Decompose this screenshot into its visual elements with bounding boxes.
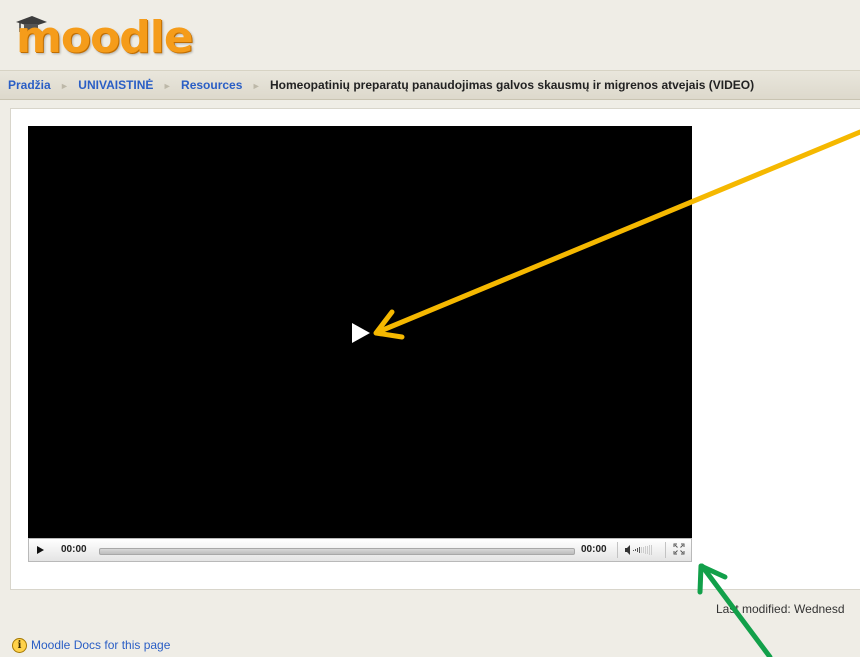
progress-bar[interactable] — [99, 548, 575, 555]
header: moodle — [0, 0, 860, 70]
breadcrumb-home[interactable]: Pradžia — [8, 78, 51, 92]
breadcrumb: Pradžia ► UNIVAISTINĖ ► Resources ► Home… — [0, 70, 860, 100]
docs-link[interactable]: Moodle Docs for this page — [31, 638, 170, 652]
divider — [665, 542, 666, 558]
play-icon[interactable] — [37, 546, 44, 554]
play-icon[interactable] — [352, 323, 370, 343]
player-controls: 00:00 00:00 — [28, 538, 692, 562]
docs-link-row[interactable]: i Moodle Docs for this page — [12, 638, 170, 654]
volume-icon[interactable] — [625, 544, 661, 556]
breadcrumb-course[interactable]: UNIVAISTINĖ — [78, 78, 153, 92]
total-time: 00:00 — [581, 544, 607, 555]
info-icon: i — [12, 638, 27, 654]
breadcrumb-separator: ► — [251, 81, 261, 91]
breadcrumb-resources[interactable]: Resources — [181, 78, 242, 92]
divider — [617, 542, 618, 558]
breadcrumb-separator: ► — [60, 81, 69, 91]
breadcrumb-separator: ► — [162, 81, 172, 91]
moodle-logo[interactable]: moodle — [16, 14, 194, 62]
fullscreen-icon[interactable] — [673, 543, 685, 555]
current-time: 00:00 — [61, 544, 87, 555]
last-modified: Last modified: Wednesd — [716, 602, 845, 616]
breadcrumb-current-page: Homeopatinių preparatų panaudojimas galv… — [270, 78, 755, 92]
